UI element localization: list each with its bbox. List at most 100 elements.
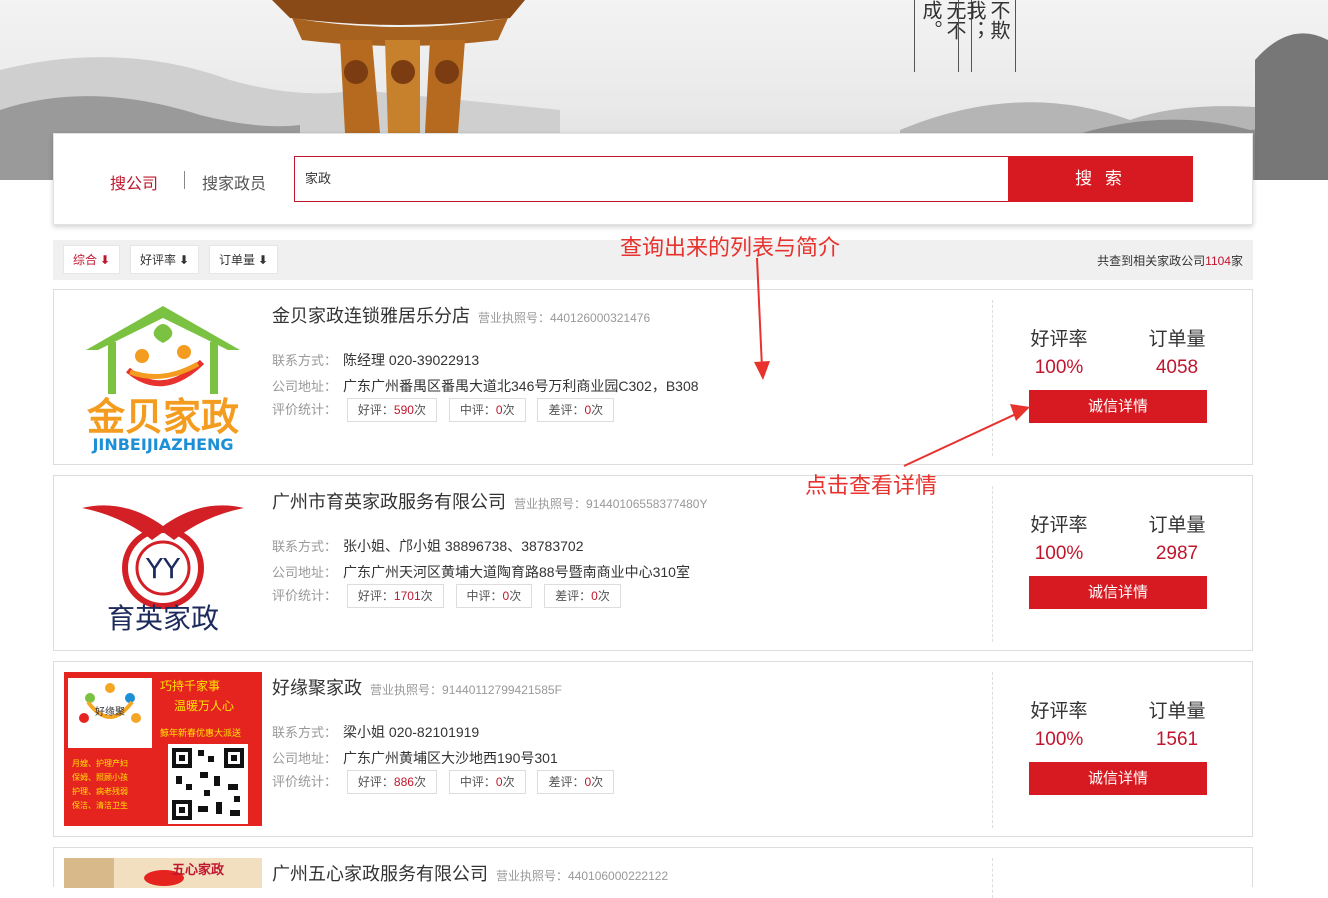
contact-label: 联系方式：: [272, 353, 338, 368]
logo-line: 月嫂、护理产妇: [72, 758, 128, 768]
mid-review-badge: 中评：0次: [448, 770, 526, 794]
contact-value: 张小姐、邝小姐 38896738、38783702: [343, 538, 584, 554]
reviews-row: 评价统计： 好评：886次 中评：0次 差评：0次: [272, 770, 622, 794]
rating-title: 好评率: [1030, 515, 1088, 536]
tab-divider: [184, 171, 185, 189]
annotation-list-note: 查询出来的列表与简介: [620, 236, 841, 261]
result-count-prefix: 共查到相关家政公司: [1097, 254, 1206, 268]
company-logo-yuying[interactable]: YY 育英家政: [64, 486, 262, 640]
credit-detail-button[interactable]: 诚信详情: [1029, 576, 1207, 609]
rating-value: 100%: [1034, 543, 1084, 564]
rating-stat: 好评率 100%: [1019, 324, 1099, 379]
reviews-label: 评价统计：: [272, 587, 338, 603]
good-label: 好评：: [357, 775, 394, 789]
address-value: 广东广州天河区黄埔大道陶育路88号暨南商业中心310室: [343, 564, 690, 580]
logo-promo: 鲸年新春优惠大派送: [160, 727, 241, 739]
bad-review-badge: 差评：0次: [537, 398, 615, 422]
good-label: 好评：: [357, 403, 394, 417]
orders-stat: 订单量 4058: [1137, 324, 1217, 379]
sort-comprehensive-button[interactable]: 综合 ⬇: [63, 245, 120, 274]
license-label: 营业执照号：: [478, 311, 551, 325]
tab-search-staff[interactable]: 搜家政员: [202, 170, 266, 194]
contact-value: 陈经理 020-39022913: [343, 352, 480, 368]
times-unit: 次: [502, 775, 515, 789]
logo-slogan-2: 温暖万人心: [174, 699, 234, 713]
reviews-row: 评价统计： 好评：1701次 中评：0次 差评：0 次: [272, 584, 629, 608]
contact-row: 联系方式： 陈经理 020-39022913: [272, 350, 479, 370]
logo-subtext: JINBEIJIAZHENG: [91, 435, 233, 454]
company-name-row: 金贝家政连锁雅居乐分店 营业执照号：440126000321476: [272, 302, 650, 328]
bad-label: 差评：: [555, 589, 592, 603]
company-name[interactable]: 广州五心家政服务有限公司: [272, 864, 488, 884]
bad-label: 差评：: [548, 775, 585, 789]
company-name-row: 广州五心家政服务有限公司 营业执照号：440106000222122: [272, 860, 668, 886]
company-card: 好缘聚 巧持千家事 温暖万人心 鲸年新春优惠大派送 月嫂、护理产妇 保姆、照顾小…: [53, 661, 1253, 837]
company-card: YY 育英家政 广州市育英家政服务有限公司 营业执照号：9144010655837…: [53, 475, 1253, 651]
credit-detail-button[interactable]: 诚信详情: [1029, 390, 1207, 423]
mid-count: 0: [495, 775, 503, 789]
mid-label: 中评：: [459, 775, 496, 789]
rating-value: 100%: [1034, 357, 1084, 378]
sort-down-arrow-icon: ⬇: [99, 253, 111, 267]
tab-search-company[interactable]: 搜公司: [110, 170, 158, 194]
search-input[interactable]: 家政: [294, 156, 1008, 202]
contact-label: 联系方式：: [272, 539, 338, 554]
search-panel: 搜公司 搜家政员 家政 搜 索: [53, 133, 1253, 225]
sort-orders-button[interactable]: 订单量 ⬇: [209, 245, 278, 274]
card-divider: [992, 300, 993, 456]
address-row: 公司地址： 广东广州黄埔区大沙地西190号301: [272, 748, 558, 768]
orders-stat: 订单量 2987: [1137, 510, 1217, 565]
times-unit: 次: [509, 589, 522, 603]
mid-label: 中评：: [459, 403, 496, 417]
credit-detail-button[interactable]: 诚信详情: [1029, 762, 1207, 795]
bad-count: 0: [591, 589, 598, 603]
good-count: 590: [393, 403, 414, 417]
logo-line: 保姆、照顾小孩: [72, 772, 128, 782]
contact-row: 联系方式： 张小姐、邝小姐 38896738、38783702: [272, 536, 583, 556]
mid-review-badge: 中评：0次: [448, 398, 526, 422]
company-name[interactable]: 金贝家政连锁雅居乐分店: [272, 306, 470, 326]
card-divider: [992, 858, 993, 898]
sort-label: 综合: [72, 253, 97, 267]
sort-down-arrow-icon: ⬇: [178, 253, 190, 267]
license-number: 91440106558377480Y: [586, 497, 708, 511]
logo-line: 保洁、清洁卫生: [72, 800, 128, 810]
address-label: 公司地址：: [272, 751, 338, 766]
good-review-badge: 好评：1701次: [346, 584, 444, 608]
poem-column-right: 不欺我；: [958, 0, 1016, 72]
good-review-badge: 好评：590次: [346, 398, 437, 422]
reviews-row: 评价统计： 好评：590次 中评：0次 差评：0次: [272, 398, 622, 422]
address-label: 公司地址：: [272, 379, 338, 394]
logo-subtext: YY: [145, 552, 181, 585]
rating-value: 100%: [1034, 729, 1084, 750]
bad-review-badge: 差评：0次: [537, 770, 615, 794]
logo-text: 五心家政: [172, 862, 225, 878]
contact-label: 联系方式：: [272, 725, 338, 740]
address-label: 公司地址：: [272, 565, 338, 580]
result-count-suffix: 家: [1230, 254, 1243, 268]
times-unit: 次: [413, 403, 426, 417]
logo-text: 育英家政: [107, 602, 219, 635]
company-logo-haoyuanju[interactable]: 好缘聚 巧持千家事 温暖万人心 鲸年新春优惠大派送 月嫂、护理产妇 保姆、照顾小…: [64, 672, 262, 826]
sort-rating-button[interactable]: 好评率 ⬇: [130, 245, 199, 274]
company-card: 金贝家政 JINBEIJIAZHENG 金贝家政连锁雅居乐分店 营业执照号：440…: [53, 289, 1253, 465]
license-number: 440126000321476: [550, 311, 651, 325]
company-card: 五心家政 广州五心家政服务有限公司 营业执照号：440106000222122: [53, 847, 1253, 898]
logo-text: 金贝家政: [86, 395, 239, 439]
bad-label: 差评：: [548, 403, 585, 417]
company-name[interactable]: 好缘聚家政: [272, 678, 362, 698]
orders-title: 订单量: [1148, 701, 1206, 722]
good-review-badge: 好评：886次: [346, 770, 437, 794]
orders-title: 订单量: [1148, 329, 1206, 350]
mid-review-badge: 中评：0次: [455, 584, 533, 608]
card-divider: [992, 672, 993, 828]
company-name[interactable]: 广州市育英家政服务有限公司: [272, 492, 506, 512]
result-count: 共查到相关家政公司1104家: [1097, 252, 1243, 269]
company-name-row: 广州市育英家政服务有限公司 营业执照号：91440106558377480Y: [272, 488, 707, 514]
orders-title: 订单量: [1148, 515, 1206, 536]
license-label: 营业执照号：: [370, 683, 443, 697]
license-label: 营业执照号：: [496, 869, 569, 883]
company-logo-wuxin[interactable]: 五心家政: [64, 858, 262, 888]
company-logo-jinbei[interactable]: 金贝家政 JINBEIJIAZHENG: [64, 300, 262, 454]
search-button[interactable]: 搜 索: [1008, 156, 1193, 202]
